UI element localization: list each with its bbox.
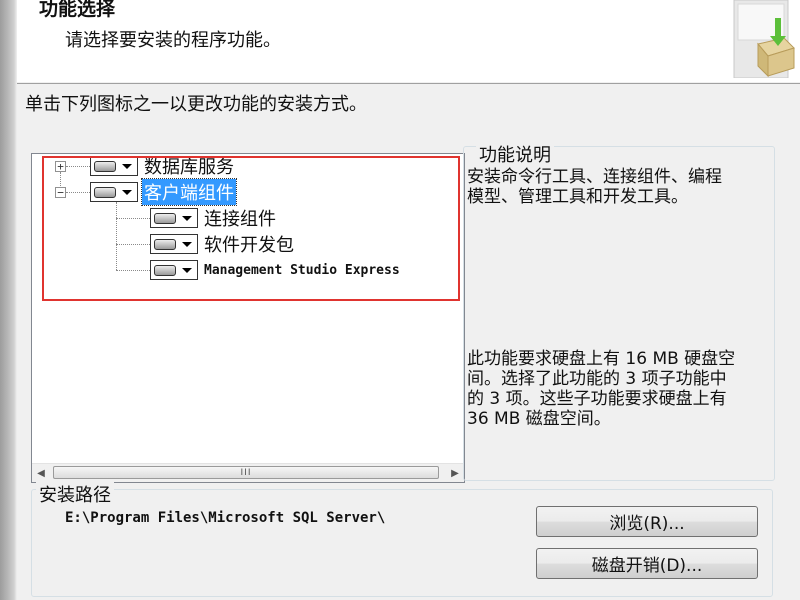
install-option-dropdown[interactable] bbox=[150, 234, 198, 254]
install-path-value: E:\Program Files\Microsoft SQL Server\ bbox=[65, 510, 386, 526]
description-line: 此功能要求硬盘上有 16 MB 硬盘空 bbox=[467, 349, 736, 369]
description-line: 模型、管理工具和开发工具。 bbox=[467, 187, 688, 207]
tree-node-connectivity[interactable]: 连接组件 bbox=[150, 206, 278, 230]
disk-icon bbox=[94, 186, 116, 198]
disk-cost-button[interactable]: 磁盘开销(D)... bbox=[536, 548, 758, 579]
feature-description: 安装命令行工具、连接组件、编程 模型、管理工具和开发工具。 bbox=[467, 167, 772, 207]
install-path-group: 安装路径 E:\Program Files\Microsoft SQL Serv… bbox=[31, 481, 773, 597]
install-option-dropdown[interactable] bbox=[90, 156, 138, 176]
install-option-dropdown[interactable] bbox=[90, 182, 138, 202]
tree-connector bbox=[116, 202, 117, 270]
scroll-right-icon[interactable]: ▶ bbox=[446, 464, 464, 482]
dialog-header: 功能选择 请选择要安装的程序功能。 bbox=[17, 0, 800, 82]
disk-icon bbox=[154, 264, 176, 276]
disk-icon bbox=[94, 160, 116, 172]
installer-box-icon bbox=[733, 0, 795, 78]
install-option-dropdown[interactable] bbox=[150, 260, 198, 280]
disk-icon bbox=[154, 212, 176, 224]
browse-button[interactable]: 浏览(R)... bbox=[536, 506, 758, 537]
tree-connector bbox=[116, 270, 150, 271]
install-option-dropdown[interactable] bbox=[150, 208, 198, 228]
description-line: 间。选择了此功能的 3 项子功能中 bbox=[467, 369, 727, 389]
instruction-text: 单击下列图标之一以更改功能的安装方式。 bbox=[25, 94, 367, 115]
dropdown-arrow-icon bbox=[182, 215, 192, 221]
tree-node-label[interactable]: Management Studio Express bbox=[202, 263, 402, 278]
disk-requirement-text: 此功能要求硬盘上有 16 MB 硬盘空 间。选择了此功能的 3 项子功能中 的 … bbox=[467, 349, 772, 429]
tree-node-label[interactable]: 连接组件 bbox=[202, 205, 278, 231]
description-line: 36 MB 磁盘空间。 bbox=[467, 409, 611, 429]
dropdown-arrow-icon bbox=[122, 189, 132, 195]
scrollbar-thumb[interactable]: III bbox=[53, 466, 439, 479]
tree-connector bbox=[116, 244, 150, 245]
dropdown-arrow-icon bbox=[122, 163, 132, 169]
tree-node-sdk[interactable]: 软件开发包 bbox=[150, 232, 296, 256]
tree-node-label[interactable]: 软件开发包 bbox=[202, 231, 296, 257]
dropdown-arrow-icon bbox=[182, 267, 192, 273]
dropdown-arrow-icon bbox=[182, 241, 192, 247]
dialog-body: 单击下列图标之一以更改功能的安装方式。 + 数据库服务 − 客户端组件 连接组件… bbox=[17, 86, 800, 600]
tree-node-management-studio[interactable]: Management Studio Express bbox=[150, 258, 402, 282]
collapse-icon[interactable]: − bbox=[55, 186, 66, 198]
tree-node-label[interactable]: 客户端组件 bbox=[141, 178, 237, 206]
group-caption: 安装路径 bbox=[36, 481, 114, 507]
feature-tree[interactable]: + 数据库服务 − 客户端组件 连接组件 软件开发包 Management St… bbox=[31, 153, 465, 483]
disk-icon bbox=[154, 238, 176, 250]
description-line: 的 3 项。这些子功能要求硬盘上有 bbox=[467, 389, 727, 409]
description-line: 安装命令行工具、连接组件、编程 bbox=[467, 167, 722, 187]
page-subtitle: 请选择要安装的程序功能。 bbox=[65, 30, 281, 51]
tree-connector bbox=[116, 218, 150, 219]
group-caption: 功能说明 bbox=[476, 141, 554, 167]
scroll-left-icon[interactable]: ◀ bbox=[32, 464, 50, 482]
tree-node-client-components[interactable]: − 客户端组件 bbox=[55, 178, 237, 206]
feature-description-group: 功能说明 安装命令行工具、连接组件、编程 模型、管理工具和开发工具。 此功能要求… bbox=[463, 141, 775, 481]
grip-icon: III bbox=[240, 467, 252, 478]
tree-node-database-services[interactable]: + 数据库服务 bbox=[55, 154, 236, 178]
page-title: 功能选择 bbox=[39, 0, 116, 20]
tree-node-label[interactable]: 数据库服务 bbox=[142, 154, 236, 179]
expand-icon[interactable]: + bbox=[55, 160, 66, 172]
horizontal-scrollbar[interactable]: ◀ III ▶ bbox=[32, 463, 464, 482]
